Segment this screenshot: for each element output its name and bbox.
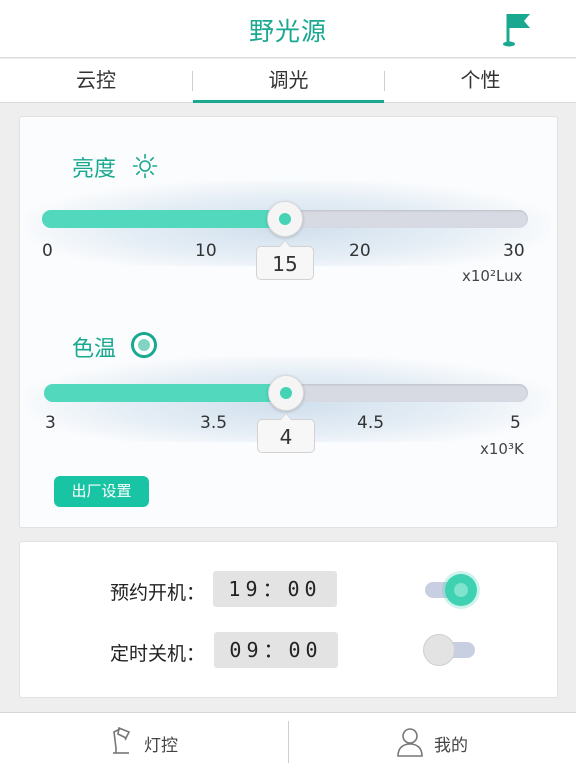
tab-cloud-control[interactable]: 云控 bbox=[0, 59, 192, 103]
golf-flag-icon[interactable] bbox=[500, 10, 534, 48]
tab-dimming[interactable]: 调光 bbox=[193, 59, 384, 103]
nav-item-lamp-control[interactable]: 灯控 bbox=[0, 713, 288, 768]
nav-item-mine[interactable]: 我的 bbox=[289, 713, 576, 768]
brightness-title: 亮度 bbox=[72, 157, 117, 182]
color-temp-slider-handle[interactable] bbox=[268, 375, 304, 411]
nav-label: 我的 bbox=[434, 736, 468, 756]
toggle-knob bbox=[445, 574, 477, 606]
color-temp-slider-fill bbox=[44, 384, 286, 402]
schedule-off-toggle[interactable] bbox=[423, 634, 475, 666]
schedule-on-label: 预约开机： bbox=[110, 582, 206, 604]
schedule-off-label: 定时关机： bbox=[110, 643, 206, 665]
temperature-icon bbox=[131, 332, 157, 358]
page-title: 野光源 bbox=[248, 17, 327, 46]
brightness-tick: 20 bbox=[349, 241, 371, 261]
toggle-knob bbox=[423, 634, 455, 666]
schedule-card bbox=[19, 541, 558, 698]
schedule-off-time[interactable]: 09：00 bbox=[214, 632, 338, 668]
user-icon bbox=[397, 728, 423, 757]
brightness-unit: x10²Lux bbox=[462, 267, 523, 285]
color-temp-tick: 4.5 bbox=[357, 413, 385, 433]
color-temp-title: 色温 bbox=[72, 337, 117, 362]
brightness-slider-handle[interactable] bbox=[267, 201, 303, 237]
app-header: 野光源 bbox=[0, 0, 576, 58]
color-temp-value: 4 bbox=[257, 413, 315, 453]
lamp-icon bbox=[113, 726, 131, 754]
brightness-slider-fill bbox=[42, 210, 285, 228]
brightness-value: 15 bbox=[256, 240, 314, 280]
brightness-tick: 0 bbox=[42, 241, 53, 261]
brightness-tick: 30 bbox=[503, 241, 525, 261]
color-temp-unit: x10³K bbox=[480, 440, 524, 458]
schedule-on-time[interactable]: 19：00 bbox=[213, 571, 337, 607]
color-temp-tick: 3.5 bbox=[200, 413, 228, 433]
nav-label: 灯控 bbox=[144, 736, 178, 756]
color-temp-tick: 5 bbox=[510, 413, 521, 433]
schedule-on-toggle[interactable] bbox=[425, 574, 477, 606]
factory-reset-button[interactable]: 出厂设置 bbox=[54, 476, 149, 507]
tab-bar: 云控 调光 个性 bbox=[0, 59, 576, 103]
color-temp-tick: 3 bbox=[45, 413, 56, 433]
brightness-tick: 10 bbox=[195, 241, 217, 261]
sun-icon bbox=[132, 153, 158, 179]
tab-personal[interactable]: 个性 bbox=[385, 59, 576, 103]
bottom-nav: 灯控 我的 bbox=[0, 712, 576, 768]
